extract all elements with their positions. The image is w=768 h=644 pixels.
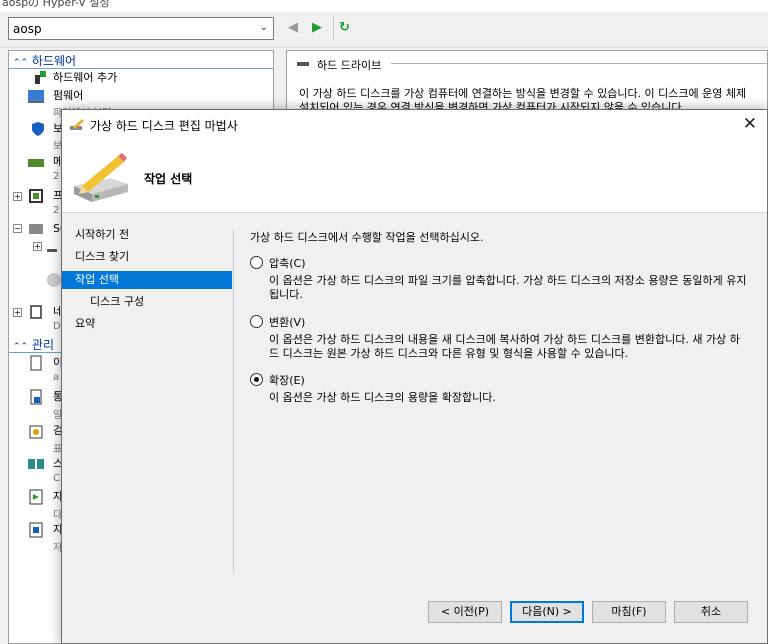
step-summary[interactable]: 요약 [62, 315, 232, 333]
refresh-icon[interactable]: ↻ [339, 20, 350, 36]
edit-virtual-disk-wizard: 가상 하드 디스크 편집 마법사 ✕ 작업 선택 시작하기 전 디스크 찾기 작… [61, 109, 768, 644]
close-icon[interactable]: ✕ [743, 114, 757, 134]
scsi-controller-icon [29, 224, 43, 234]
hard-drive-icon [297, 62, 309, 66]
expand-radio[interactable] [250, 373, 263, 386]
bg-toolbar: aosp ⌄ ◀ ▶ ↻ [0, 12, 768, 48]
dialog-title: 가상 하드 디스크 편집 마법사 [90, 119, 238, 133]
step-configure-disk[interactable]: 디스크 구성 [62, 293, 232, 311]
tree-item-mgmt-3-sub: C [53, 473, 60, 484]
bg-window-title: aospの Hyper-V 설정 [2, 0, 110, 9]
management-header-label: 관리 [31, 338, 55, 352]
collapse-chevron-icon: ⌃⌃ [13, 342, 29, 352]
action-prompt: 가상 하드 디스크에서 수행할 작업을 선택하십시오. [250, 231, 484, 244]
step-heading: 작업 선택 [144, 172, 193, 186]
toolbar-divider [333, 16, 334, 40]
tree-item-mgmt-0-sub: a [53, 372, 60, 383]
name-icon [30, 355, 42, 371]
shield-icon [32, 122, 44, 136]
steps-divider [233, 230, 234, 572]
smart-paging-icon [28, 459, 44, 469]
tree-item-add-hardware[interactable]: 하드웨어 추가 [53, 71, 117, 85]
auto-stop-icon [29, 522, 43, 538]
step-before-you-begin[interactable]: 시작하기 전 [62, 226, 232, 244]
checkpoints-icon [29, 425, 43, 439]
convert-description: 이 옵션은 가상 하드 디스크의 내용을 새 디스크에 복사하여 가상 하드 디… [269, 333, 740, 360]
chevron-down-icon: ⌄ [259, 22, 268, 33]
cancel-button[interactable]: 취소 [674, 601, 748, 623]
expand-processor-icon[interactable]: + [13, 192, 22, 201]
add-hardware-icon [35, 71, 46, 84]
section-divider [391, 63, 767, 64]
step-choose-action[interactable]: 작업 선택 [62, 271, 232, 289]
compact-radio[interactable] [250, 256, 263, 269]
bg-window-titlebar: aospの Hyper-V 설정 [0, 0, 768, 12]
collapse-scsi-icon[interactable]: − [13, 224, 22, 233]
wizard-title-icon [70, 119, 84, 130]
expand-label[interactable]: 확장(E) [269, 372, 305, 388]
next-button[interactable]: 다음(N) > [510, 601, 584, 623]
processor-icon [29, 189, 43, 203]
dvd-drive-icon [47, 273, 61, 287]
collapse-chevron-icon: ⌃⌃ [13, 58, 29, 68]
vm-select-value: aosp [13, 22, 42, 36]
hard-drive-icon [47, 249, 57, 252]
finish-button[interactable]: 마침(F) [592, 601, 666, 623]
previous-button[interactable]: < 이전(P) [428, 601, 502, 623]
wizard-pencil-disk-icon [74, 153, 128, 202]
expand-description: 이 옵션은 가상 하드 디스크의 용량을 확장합니다. [269, 391, 496, 404]
step-locate-disk[interactable]: 디스크 찾기 [62, 248, 232, 266]
tree-item-memory-sub: 2 [53, 171, 60, 182]
compact-description: 이 옵션은 가상 하드 디스크의 파일 크기를 압축합니다. 가상 하드 디스크… [269, 274, 747, 301]
auto-start-icon [29, 489, 43, 505]
vm-select[interactable]: aosp ⌄ [8, 17, 274, 40]
convert-label[interactable]: 변환(V) [269, 314, 305, 330]
wizard-steps: 시작하기 전 디스크 찾기 작업 선택 디스크 구성 요약 [62, 214, 234, 644]
tree-item-firmware[interactable]: 펌웨어 [53, 89, 83, 103]
integration-services-icon [30, 389, 42, 405]
hardware-section-header[interactable]: ⌃⌃ 하드웨어 [9, 53, 273, 69]
hardware-header-label: 하드웨어 [31, 54, 77, 68]
dialog-header: 작업 선택 [62, 140, 767, 213]
network-adapter-icon [30, 305, 42, 319]
convert-radio[interactable] [250, 315, 263, 328]
firmware-icon [28, 90, 44, 103]
tree-item-network-sub: D [53, 321, 61, 332]
hard-drive-section-title: 하드 드라이브 [317, 59, 382, 72]
back-arrow-icon[interactable]: ◀ [288, 20, 298, 36]
memory-icon [28, 159, 44, 167]
wizard-content: 가상 하드 디스크에서 수행할 작업을 선택하십시오. 압축(C) 이 옵션은 … [248, 214, 758, 594]
compact-label[interactable]: 압축(C) [269, 255, 306, 271]
expand-hard-drive-icon[interactable]: + [33, 242, 42, 251]
dialog-titlebar: 가상 하드 디스크 편집 마법사 ✕ [62, 110, 767, 140]
tree-item-processor-sub: 2 [53, 205, 60, 216]
forward-arrow-icon[interactable]: ▶ [312, 20, 322, 36]
expand-network-icon[interactable]: + [13, 308, 22, 317]
